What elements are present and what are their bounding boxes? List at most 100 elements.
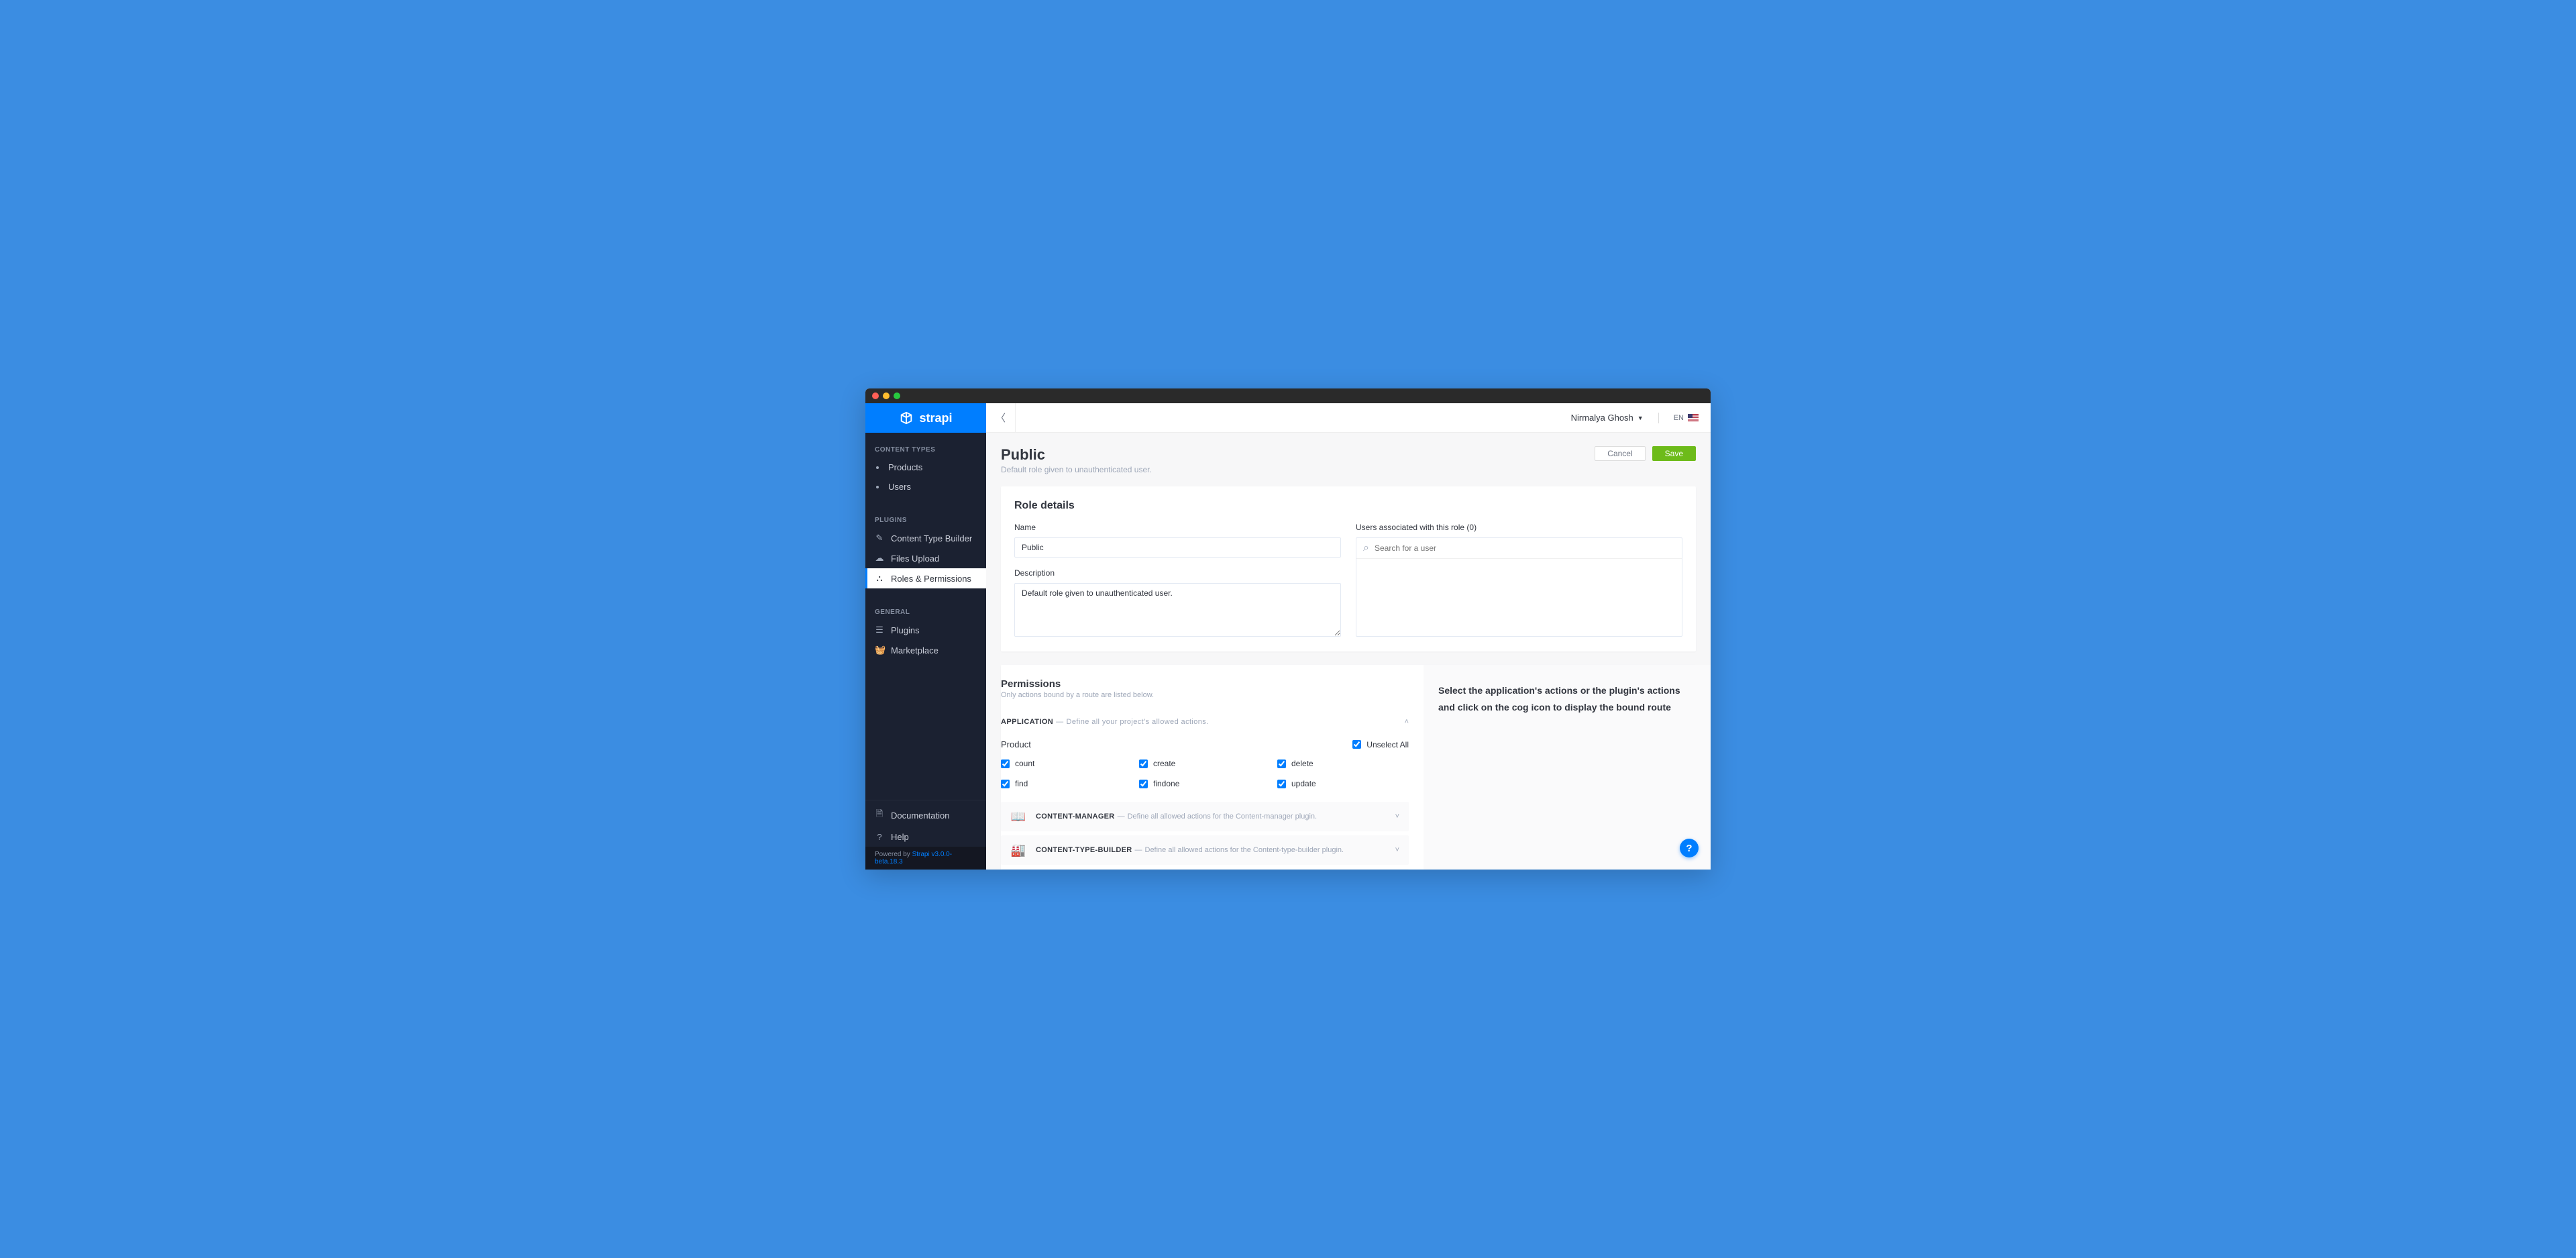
list-icon: ☰ bbox=[875, 625, 884, 635]
card-title: Role details bbox=[1014, 500, 1682, 512]
checkbox[interactable] bbox=[1001, 759, 1010, 768]
checkbox[interactable] bbox=[1001, 780, 1010, 788]
caret-down-icon: ▼ bbox=[1638, 415, 1644, 421]
perm-label: count bbox=[1015, 759, 1034, 768]
file-icon: 🗎 bbox=[875, 808, 884, 823]
description-textarea[interactable]: Default role given to unauthenticated us… bbox=[1014, 583, 1341, 637]
perm-count[interactable]: count bbox=[1001, 759, 1132, 768]
main: 〈 Nirmalya Ghosh ▼ EN Public Default role… bbox=[986, 403, 1711, 870]
app-body: strapi CONTENT TYPES Products Users PLUG… bbox=[865, 403, 1711, 870]
window-close-dot[interactable] bbox=[872, 392, 879, 399]
basket-icon: 🧺 bbox=[875, 645, 884, 656]
plugin-title: CONTENT-MANAGER bbox=[1036, 813, 1115, 821]
application-group-header[interactable]: APPLICATION—Define all your project's al… bbox=[986, 710, 1424, 734]
chevron-down-icon: ˅ bbox=[1395, 813, 1399, 821]
sidebar-item-help[interactable]: ?Help bbox=[865, 827, 986, 847]
description-label: Description bbox=[1014, 568, 1341, 578]
app-window: strapi CONTENT TYPES Products Users PLUG… bbox=[865, 388, 1711, 870]
page-header: Public Default role given to unauthentic… bbox=[1001, 446, 1696, 474]
group-name: APPLICATION bbox=[1001, 718, 1053, 726]
window-minimize-dot[interactable] bbox=[883, 392, 890, 399]
divider bbox=[1658, 413, 1659, 423]
page-title: Public bbox=[1001, 446, 1152, 464]
brush-icon: ✎ bbox=[875, 533, 884, 543]
checkbox[interactable] bbox=[1277, 759, 1286, 768]
plugin-group-content-manager[interactable]: 📖 CONTENT-MANAGER—Define all allowed act… bbox=[1001, 802, 1409, 831]
sidebar-item-marketplace[interactable]: 🧺 Marketplace bbox=[865, 640, 986, 660]
content: Public Default role given to unauthentic… bbox=[986, 433, 1711, 870]
sidebar-item-plugins[interactable]: ☰ Plugins bbox=[865, 620, 986, 640]
user-search-input[interactable] bbox=[1375, 541, 1675, 556]
factory-icon: 🏭 bbox=[1010, 842, 1026, 858]
cloud-upload-icon: ☁ bbox=[875, 553, 884, 564]
book-icon: 📖 bbox=[1010, 808, 1026, 825]
user-menu[interactable]: Nirmalya Ghosh ▼ bbox=[1571, 413, 1644, 423]
plugin-group-email[interactable]: ✉️ EMAIL—Define all allowed actions for … bbox=[1001, 869, 1409, 870]
checkbox[interactable] bbox=[1277, 780, 1286, 788]
perm-label: create bbox=[1153, 759, 1175, 768]
window-zoom-dot[interactable] bbox=[894, 392, 900, 399]
sidebar-plugins: PLUGINS ✎ Content Type Builder ☁Files Upl… bbox=[865, 503, 986, 595]
users-label: Users associated with this role (0) bbox=[1356, 523, 1682, 532]
permissions-subtitle: Only actions bound by a route are listed… bbox=[986, 690, 1424, 710]
sidebar-item-products[interactable]: Products bbox=[865, 458, 986, 477]
sidebar-item-label: Documentation bbox=[891, 810, 949, 821]
sidebar-item-roles-permissions[interactable]: ⛬Roles & Permissions bbox=[865, 568, 986, 588]
chevron-left-icon: 〈 bbox=[996, 411, 1006, 425]
help-fab[interactable]: ? bbox=[1680, 839, 1699, 857]
sidebar-footer: 🗎Documentation ?Help Powered by Strapi v… bbox=[865, 800, 986, 870]
sidebar-item-label: Content Type Builder bbox=[891, 533, 972, 543]
sidebar-item-documentation[interactable]: 🗎 Documentation bbox=[865, 803, 986, 827]
section-title: PLUGINS bbox=[865, 510, 986, 528]
chevron-up-icon: ˄ bbox=[1405, 718, 1409, 726]
sidebar-item-files-upload[interactable]: ☁Files Upload bbox=[865, 548, 986, 568]
sidebar: strapi CONTENT TYPES Products Users PLUG… bbox=[865, 403, 986, 870]
perm-label: update bbox=[1291, 779, 1316, 788]
lang-code: EN bbox=[1674, 414, 1684, 422]
perm-find[interactable]: find bbox=[1001, 779, 1132, 788]
perm-findone[interactable]: findone bbox=[1139, 779, 1271, 788]
sidebar-item-label: Plugins bbox=[891, 625, 920, 635]
bullet-icon bbox=[876, 466, 879, 469]
titlebar bbox=[865, 388, 1711, 403]
name-input[interactable] bbox=[1014, 537, 1341, 558]
header-actions: Cancel Save bbox=[1595, 446, 1696, 461]
sidebar-item-label: Users bbox=[888, 482, 911, 492]
checkbox[interactable] bbox=[1139, 759, 1148, 768]
page-subtitle: Default role given to unauthenticated us… bbox=[1001, 465, 1152, 474]
user-search-panel: ⌕ bbox=[1356, 537, 1682, 637]
sidebar-content-types: CONTENT TYPES Products Users bbox=[865, 433, 986, 503]
powered-prefix: Powered by bbox=[875, 851, 912, 858]
perm-create[interactable]: create bbox=[1139, 759, 1271, 768]
unselect-all[interactable]: Unselect All bbox=[1352, 740, 1409, 749]
unselect-all-checkbox[interactable] bbox=[1352, 740, 1361, 749]
permissions-side-panel: Select the application's actions or the … bbox=[1424, 665, 1711, 870]
sidebar-item-content-type-builder[interactable]: ✎ Content Type Builder bbox=[865, 528, 986, 548]
plugin-title: CONTENT-TYPE-BUILDER bbox=[1036, 846, 1132, 854]
brand-logo[interactable]: strapi bbox=[865, 403, 986, 433]
perm-update[interactable]: update bbox=[1277, 779, 1409, 788]
perm-label: findone bbox=[1153, 779, 1179, 788]
cancel-button[interactable]: Cancel bbox=[1595, 446, 1645, 461]
save-button[interactable]: Save bbox=[1652, 446, 1696, 461]
perm-label: delete bbox=[1291, 759, 1313, 768]
checkbox[interactable] bbox=[1139, 780, 1148, 788]
sidebar-item-label: Help bbox=[891, 832, 909, 842]
language-selector[interactable]: EN bbox=[1674, 414, 1699, 422]
sidebar-item-label: Products bbox=[888, 462, 922, 472]
topbar: 〈 Nirmalya Ghosh ▼ EN bbox=[986, 403, 1711, 433]
sidebar-general: GENERAL ☰Plugins 🧺Marketplace bbox=[865, 595, 986, 667]
sidebar-item-users[interactable]: Users bbox=[865, 477, 986, 496]
user-name: Nirmalya Ghosh bbox=[1571, 413, 1633, 423]
perm-label: find bbox=[1015, 779, 1028, 788]
permissions-left: Permissions Only actions bound by a rout… bbox=[986, 665, 1424, 870]
plugin-desc: Define all allowed actions for the Conte… bbox=[1128, 813, 1318, 821]
sidebar-item-label: Roles & Permissions bbox=[891, 574, 971, 584]
search-icon: ⌕ bbox=[1363, 542, 1369, 554]
flag-us-icon bbox=[1688, 414, 1699, 421]
sidebar-item-label: Marketplace bbox=[891, 645, 938, 656]
role-details-card: Role details Name Description Default ro… bbox=[1001, 486, 1696, 651]
plugin-group-content-type-builder[interactable]: 🏭 CONTENT-TYPE-BUILDER—Define all allowe… bbox=[1001, 835, 1409, 865]
perm-delete[interactable]: delete bbox=[1277, 759, 1409, 768]
back-button[interactable]: 〈 bbox=[986, 403, 1016, 433]
